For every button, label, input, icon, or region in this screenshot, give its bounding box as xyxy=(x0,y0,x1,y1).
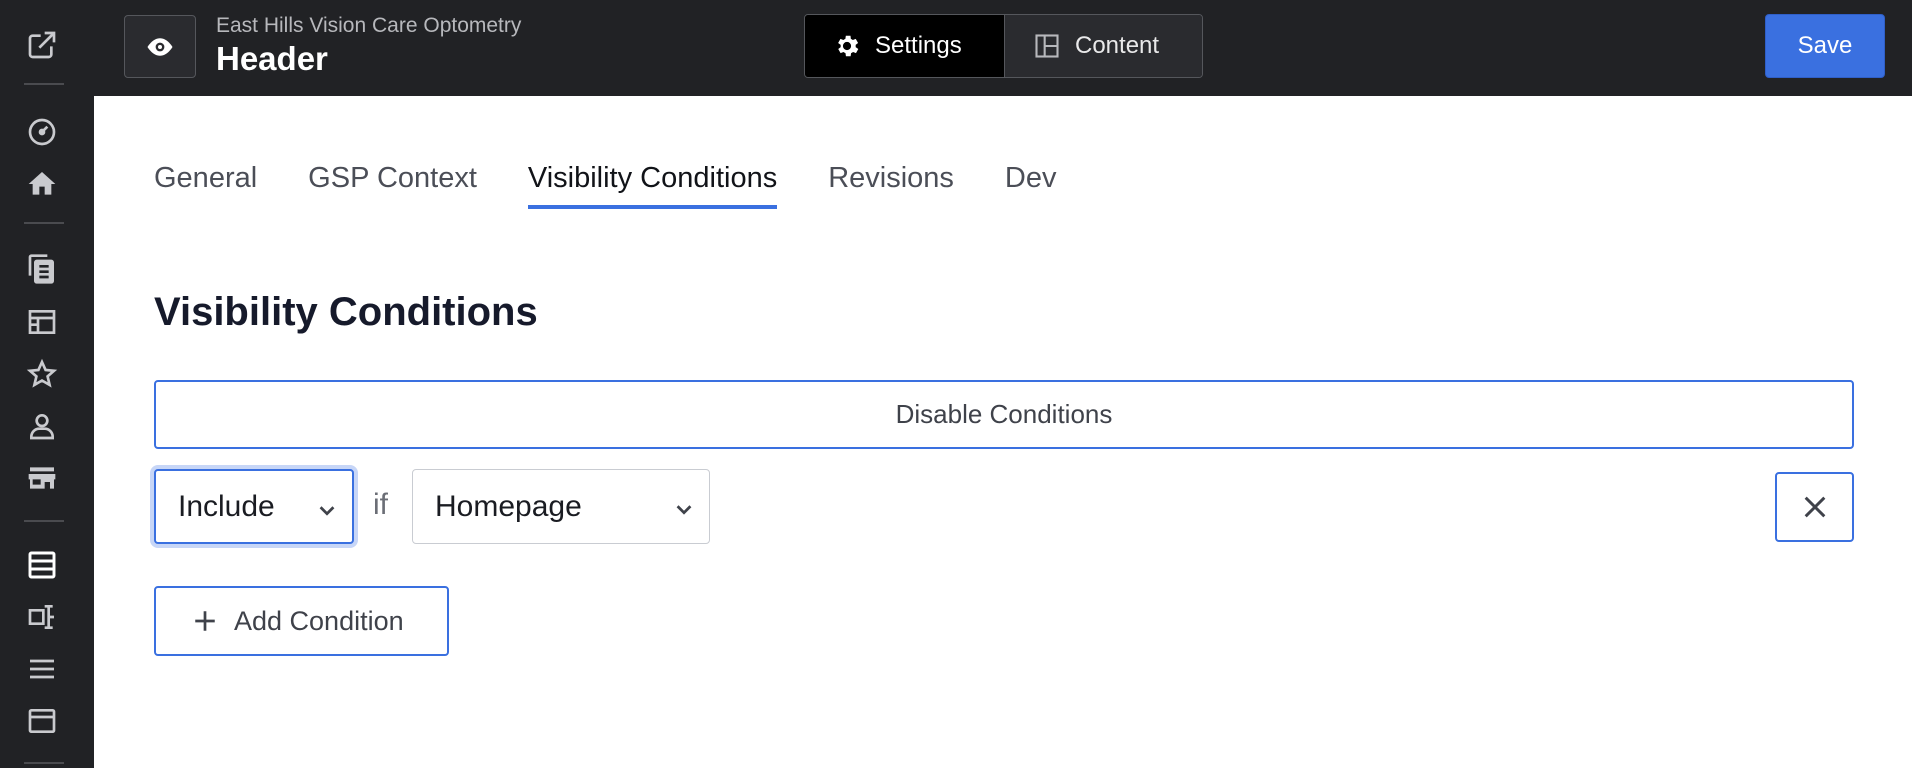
star-icon[interactable] xyxy=(25,357,59,391)
section-title: Visibility Conditions xyxy=(154,290,538,334)
sidebar-divider xyxy=(24,222,64,224)
add-condition-button[interactable]: Add Condition xyxy=(154,586,449,656)
close-icon xyxy=(1804,496,1825,518)
condition-target-select[interactable]: Homepage xyxy=(412,469,710,544)
tab-dev[interactable]: Dev xyxy=(1005,162,1057,209)
home-icon[interactable] xyxy=(25,167,59,201)
dashboard-icon[interactable] xyxy=(25,115,59,149)
sidebar xyxy=(0,0,94,768)
pages-icon[interactable] xyxy=(25,252,59,286)
user-icon[interactable] xyxy=(25,409,59,443)
sidebar-divider xyxy=(24,83,64,85)
tab-gsp-context[interactable]: GSP Context xyxy=(308,162,477,209)
layout-icon[interactable] xyxy=(25,305,59,339)
content-label: Content xyxy=(1075,32,1160,59)
settings-tabs: General GSP Context Visibility Condition… xyxy=(154,162,1108,209)
tab-visibility-conditions[interactable]: Visibility Conditions xyxy=(527,162,778,209)
include-mode-select[interactable]: Include xyxy=(154,469,354,544)
chevron-down-icon xyxy=(319,506,335,516)
eye-icon xyxy=(147,37,173,56)
disable-conditions-button[interactable]: Disable Conditions xyxy=(154,380,1854,449)
menu-icon[interactable] xyxy=(25,652,59,686)
sidebar-divider xyxy=(24,520,64,522)
add-condition-label: Add Condition xyxy=(234,605,404,636)
window-icon[interactable] xyxy=(25,704,59,738)
form-icon[interactable] xyxy=(25,600,59,634)
top-bar: East Hills Vision Care Optometry Header … xyxy=(94,0,1912,96)
preview-button[interactable] xyxy=(124,15,196,78)
page-title: Header xyxy=(216,40,328,77)
include-mode-value: Include xyxy=(178,489,275,523)
site-name: East Hills Vision Care Optometry xyxy=(216,14,522,37)
list-icon[interactable] xyxy=(25,548,59,582)
store-icon[interactable] xyxy=(25,461,59,495)
settings-label: Settings xyxy=(875,32,962,59)
if-label: if xyxy=(373,488,388,521)
settings-tab-button[interactable]: Settings xyxy=(805,15,1004,77)
mode-switcher: Settings Content xyxy=(804,14,1203,78)
save-button[interactable]: Save xyxy=(1765,14,1885,78)
external-edit-icon[interactable] xyxy=(25,28,59,62)
remove-condition-button[interactable] xyxy=(1775,472,1854,542)
sidebar-divider xyxy=(24,762,64,764)
content-tab-button[interactable]: Content xyxy=(1004,15,1202,77)
chevron-down-icon xyxy=(676,505,692,515)
plus-icon xyxy=(195,611,215,631)
layout-panel-icon xyxy=(1035,34,1059,58)
gear-icon xyxy=(838,35,859,57)
condition-target-value: Homepage xyxy=(435,489,582,523)
tab-revisions[interactable]: Revisions xyxy=(828,162,954,209)
tab-general[interactable]: General xyxy=(154,162,257,209)
